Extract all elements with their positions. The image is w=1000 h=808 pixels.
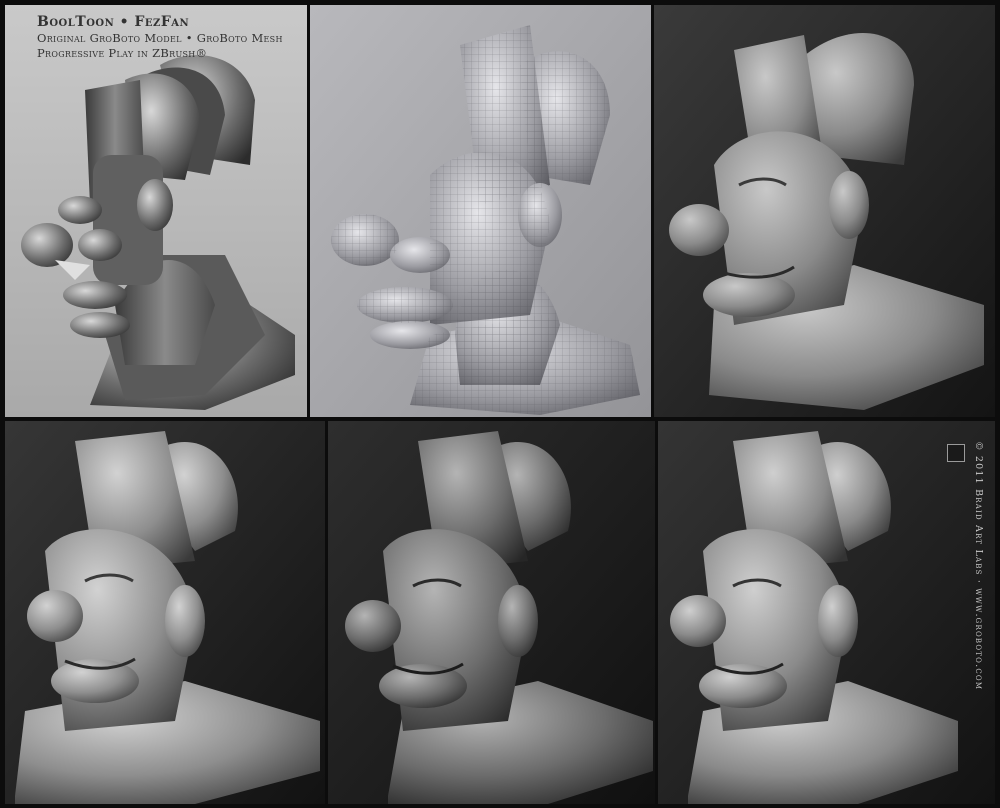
credit-vertical: © 2011 Braid Art Labs · www.groboto.com	[969, 441, 987, 791]
panel-zbrush-stage-4	[658, 421, 995, 804]
zbrush-stage-3-render	[328, 421, 655, 804]
panel-groboto-mesh	[310, 5, 651, 417]
panel-zbrush-stage-1	[654, 5, 995, 417]
panel-zbrush-stage-3	[328, 421, 655, 804]
caption-line-2: Progressive Play in ZBrush®	[37, 46, 208, 60]
panel-groboto-model: BoolToon • FezFan Original GroBoto Model…	[5, 5, 307, 417]
brand-logo-icon	[947, 444, 965, 462]
panel-zbrush-stage-2	[5, 421, 325, 804]
image-collage: BoolToon • FezFan Original GroBoto Model…	[0, 0, 1000, 808]
caption-line-1: Original GroBoto Model • GroBoto Mesh	[37, 30, 283, 45]
caption-title: BoolToon • FezFan	[37, 14, 190, 30]
credit-text: © 2011 Braid Art Labs · www.groboto.com	[973, 441, 984, 691]
groboto-model-render	[5, 5, 307, 417]
zbrush-stage-2-render	[5, 421, 325, 804]
caption-block: BoolToon • FezFan Original GroBoto Model…	[37, 14, 283, 62]
zbrush-stage-1-render	[654, 5, 995, 417]
zbrush-stage-4-render	[658, 421, 995, 804]
groboto-mesh-render	[310, 5, 651, 417]
